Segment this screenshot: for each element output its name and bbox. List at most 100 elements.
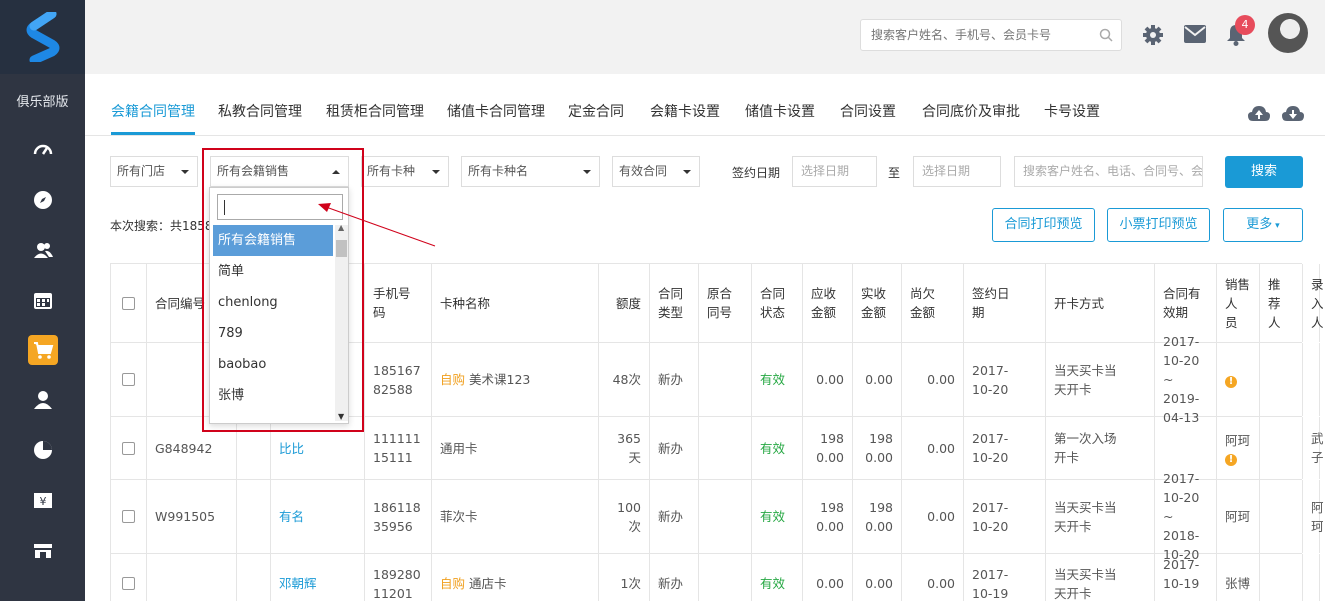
user-avatar[interactable]	[1268, 13, 1308, 53]
tab-base-price-approval[interactable]: 合同底价及审批	[922, 101, 1020, 135]
cell-contract-status: 有效	[751, 417, 802, 479]
tab-stored-value-settings[interactable]: 储值卡设置	[745, 101, 815, 135]
cell-received: 0.00	[852, 554, 901, 601]
cell-text[interactable]: 邓朝辉	[279, 574, 317, 593]
cell-select-all[interactable]	[110, 343, 146, 416]
cell-original-contract	[698, 343, 751, 416]
header-contract-status: 合同 状态	[751, 264, 802, 342]
cell-text: 198 0.00	[865, 499, 893, 534]
pie-chart-icon	[33, 441, 52, 459]
header-entered-by: 录入人	[1302, 264, 1324, 342]
cell-select-all[interactable]	[110, 480, 146, 553]
global-search[interactable]	[860, 19, 1122, 51]
sales-name: 阿珂	[1225, 509, 1251, 524]
mail-icon[interactable]	[1184, 25, 1206, 43]
card-name-text: 通店卡	[469, 576, 507, 591]
sidebar-item-cart[interactable]	[0, 325, 85, 375]
search-button[interactable]: 搜索	[1225, 156, 1303, 188]
cell-text: 186118 35956	[373, 499, 421, 534]
table-row[interactable]: W991505 有名 186118 35956 菲次卡 100次 新办 有效 198 0.00 19…	[110, 471, 1324, 562]
start-date-input[interactable]: 选择日期	[792, 156, 877, 187]
sidebar-item-user[interactable]	[0, 375, 85, 425]
sidebar-item-members[interactable]	[0, 225, 85, 275]
cell-card-name: 自购 通店卡	[431, 554, 598, 601]
cell-receivable: 198 0.00	[802, 417, 852, 479]
cell-contract-type: 新办	[649, 554, 698, 601]
row-checkbox[interactable]	[122, 373, 135, 386]
table-row[interactable]: 邓朝辉 189280 11201 自购 通店卡 1次 新办 有效 0.00 0.00 0.00 201…	[110, 554, 1320, 601]
header-label: 手机号码	[373, 286, 411, 320]
card-name-text: 菲次卡	[440, 509, 478, 524]
sidebar-item-reports[interactable]	[0, 425, 85, 475]
cell-text: 111111 15111	[373, 431, 421, 465]
app-logo[interactable]	[0, 0, 85, 74]
end-date-input[interactable]: 选择日期	[913, 156, 1001, 187]
sales-name: 张博	[1225, 576, 1251, 591]
header-label: 实收 金额	[861, 286, 887, 320]
receipt-print-preview-button[interactable]: 小票打印预览	[1107, 208, 1210, 242]
cell-receivable: 198 0.00	[802, 480, 852, 553]
cell-text: 武子	[1311, 431, 1324, 465]
contract-status-select[interactable]: 有效合同	[612, 156, 700, 187]
cell-sign-date: 2017- 10-20	[963, 480, 1045, 553]
cell-text: 新办	[658, 372, 684, 387]
cell-text: W991505	[155, 509, 216, 524]
store-select[interactable]: 所有门店	[110, 156, 198, 187]
header-validity: 合同有效期	[1154, 264, 1216, 342]
cell-text: 1次	[620, 576, 641, 591]
row-checkbox[interactable]	[122, 441, 135, 455]
cell-validity: 2017-10-19~	[1154, 554, 1216, 601]
contract-search-input[interactable]: 搜索客户姓名、电话、合同号、会	[1014, 156, 1203, 187]
tab-membership-card-settings[interactable]: 会籍卡设置	[650, 101, 720, 135]
more-button[interactable]: 更多 ▾	[1223, 208, 1303, 242]
header-label: 合同 状态	[760, 286, 786, 320]
header-label: 录入人	[1311, 276, 1324, 330]
cell-received: 0.00	[852, 343, 901, 416]
search-summary: 本次搜索：共1858	[110, 219, 213, 233]
cell-text: 198 0.00	[816, 499, 844, 534]
cell-received: 198 0.00	[852, 417, 901, 479]
sidebar-item-store[interactable]	[0, 525, 85, 575]
header-select-all[interactable]	[110, 264, 146, 342]
header-referrer: 推荐人	[1259, 264, 1302, 342]
cloud-download-icon[interactable]	[1282, 105, 1304, 123]
self-purchase-tag: 自购	[440, 576, 466, 591]
cell-referrer	[1259, 554, 1302, 601]
card-name-select[interactable]: 所有卡种名	[461, 156, 600, 187]
row-checkbox[interactable]	[122, 510, 135, 523]
cell-sales: !	[1216, 343, 1259, 416]
cell-text: 0.00	[816, 576, 844, 591]
tab-private-contract[interactable]: 私教合同管理	[218, 101, 302, 135]
cloud-upload-icon[interactable]	[1248, 105, 1270, 123]
header-label: 推荐人	[1268, 276, 1281, 330]
cell-member-name[interactable]: 邓朝辉	[270, 554, 364, 601]
cell-select-all[interactable]	[110, 417, 146, 479]
tab-locker-contract[interactable]: 租赁柜合同管理	[326, 101, 424, 135]
sidebar-item-calendar[interactable]	[0, 275, 85, 325]
tab-card-number-settings[interactable]: 卡号设置	[1044, 101, 1100, 135]
cell-select-all[interactable]	[110, 554, 146, 601]
row-checkbox[interactable]	[122, 577, 135, 590]
cell-text: 0.00	[816, 372, 844, 387]
contract-print-preview-button[interactable]: 合同打印预览	[992, 208, 1095, 242]
cell-referrer	[1259, 417, 1302, 479]
tab-contract-settings[interactable]: 合同设置	[840, 101, 896, 135]
header-original-contract: 原合 同号	[698, 264, 751, 342]
card-type-select[interactable]: 所有卡种	[361, 156, 449, 187]
cell-member-name[interactable]: 有名	[270, 480, 364, 553]
global-search-input[interactable]	[861, 20, 1091, 50]
cell-text[interactable]: 比比	[279, 439, 304, 458]
header-label: 开卡方式	[1054, 295, 1105, 311]
select-all-checkbox[interactable]	[122, 296, 135, 310]
sidebar-item-explore[interactable]	[0, 175, 85, 225]
tab-deposit-contract[interactable]: 定金合同	[568, 101, 624, 135]
gear-icon[interactable]	[1142, 24, 1164, 46]
cell-text: G848942	[155, 440, 213, 456]
header-sales: 销售人员	[1216, 264, 1259, 342]
cell-text: 有效	[760, 372, 786, 387]
cell-text[interactable]: 有名	[279, 507, 304, 526]
tab-membership-contract[interactable]: 会籍合同管理	[111, 101, 195, 135]
tab-stored-value-contract[interactable]: 储值卡合同管理	[447, 101, 545, 135]
sidebar-item-dashboard[interactable]	[0, 125, 85, 175]
sidebar-item-finance[interactable]: ¥	[0, 475, 85, 525]
